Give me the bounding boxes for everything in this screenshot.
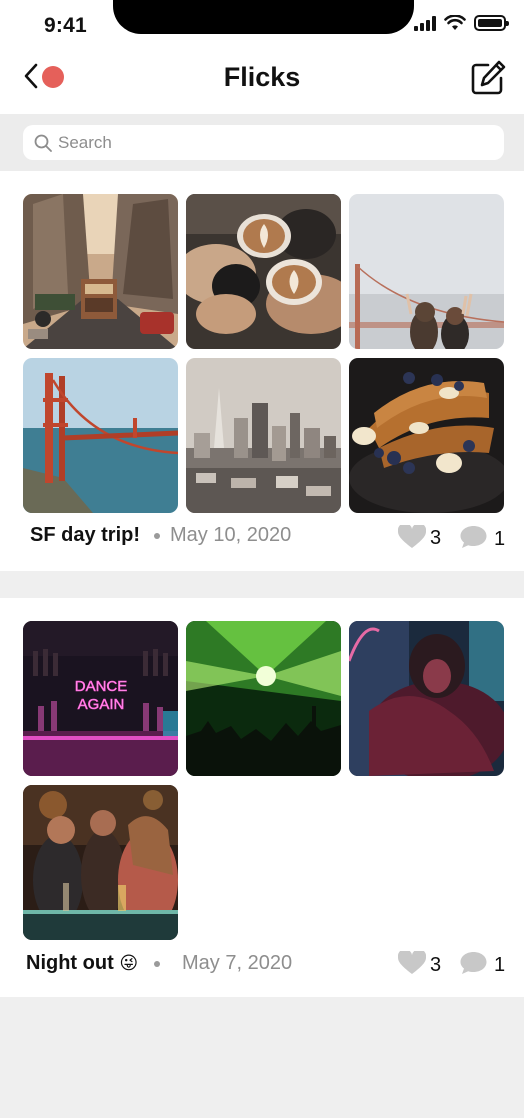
compose-button[interactable] [468, 58, 508, 98]
neon-sign-line1: DANCE [75, 678, 128, 695]
search-icon [34, 134, 52, 152]
comments-count: 1 [494, 528, 506, 550]
device-notch [113, 0, 414, 34]
album-card[interactable]: DANCE AGAIN Night out 😜 May 7, 2020 3 1 [0, 598, 524, 997]
status-time: 9:41 [44, 14, 87, 37]
neon-sign-line2: AGAIN [78, 696, 125, 713]
album-card[interactable]: SF day trip! May 10, 2020 3 1 [0, 171, 524, 571]
search-bar-container [0, 114, 524, 171]
battery-icon [474, 15, 509, 31]
album-title: SF day trip! [30, 524, 141, 546]
album-date: May 10, 2020 [170, 524, 292, 546]
signal-icon [414, 15, 436, 31]
photo-dance-again-neon[interactable]: DANCE AGAIN [23, 621, 178, 776]
album-title-text: Night out [26, 952, 114, 974]
comment-icon[interactable] [460, 951, 487, 975]
separator-dot [154, 961, 160, 967]
header-area: 9:41 Flicks [0, 0, 524, 114]
compose-icon [471, 60, 506, 95]
photo-golden-gate-friends[interactable] [349, 194, 504, 349]
likes-count: 3 [430, 954, 442, 976]
photo-cable-car[interactable] [23, 194, 178, 349]
album-date: May 7, 2020 [182, 952, 293, 974]
photo-golden-gate-bridge[interactable] [23, 358, 178, 513]
page-title: Flicks [223, 62, 301, 92]
photo-green-lasers[interactable] [186, 621, 341, 776]
heart-icon[interactable] [398, 525, 426, 549]
photo-french-toast[interactable] [349, 358, 504, 513]
status-icons [414, 15, 509, 31]
wifi-icon [444, 15, 466, 30]
album-title-emoji: 😜 [119, 953, 139, 973]
album-title: Night out 😜 [26, 952, 138, 975]
separator-dot [154, 533, 160, 539]
photo-sf-skyline[interactable] [186, 358, 341, 513]
search-bar[interactable] [23, 125, 504, 160]
likes-count: 3 [430, 527, 442, 549]
photo-dancer-red[interactable] [349, 621, 504, 776]
search-input[interactable] [58, 132, 478, 153]
photo-coffee[interactable] [186, 194, 341, 349]
heart-icon[interactable] [398, 951, 426, 975]
comment-icon[interactable] [460, 525, 487, 549]
photo-bar-friends[interactable] [23, 785, 178, 940]
comments-count: 1 [494, 954, 506, 976]
